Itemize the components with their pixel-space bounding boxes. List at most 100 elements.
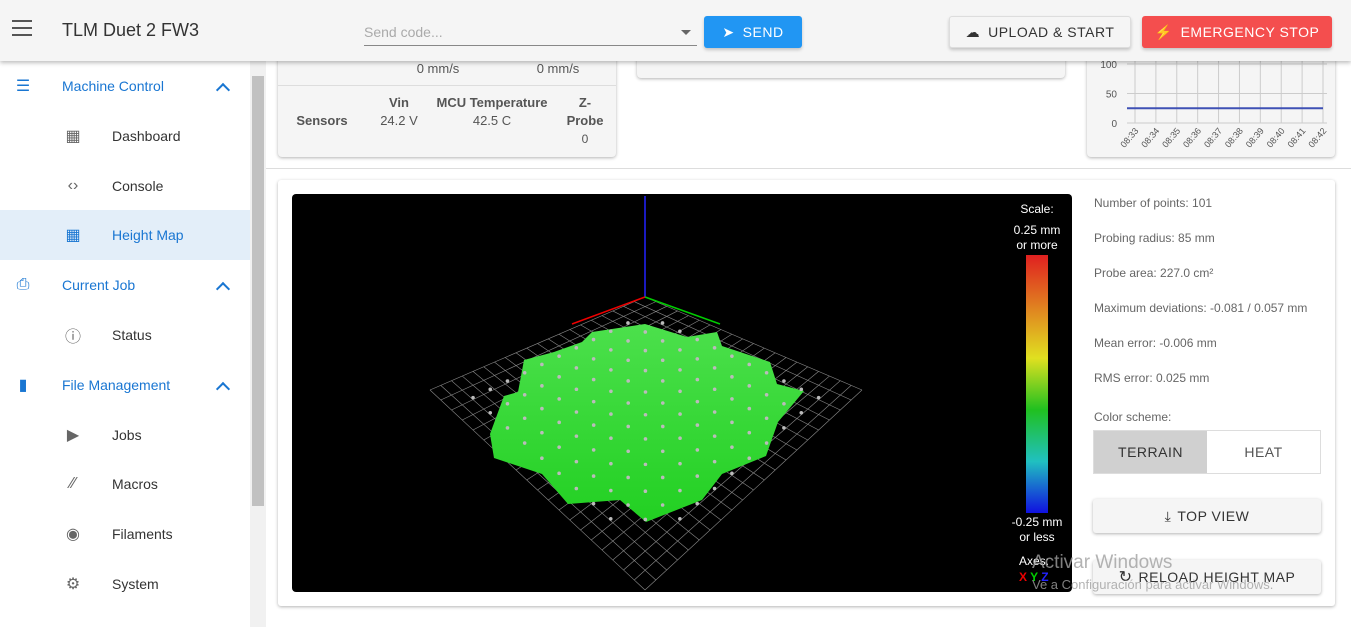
- sidebar-item-label: Machine Control: [62, 78, 164, 94]
- x-tick-label: 08:38: [1223, 126, 1245, 150]
- probe-point: [608, 516, 613, 521]
- sidebar: ☰ Machine Control ▦ Dashboard ‹› Console ▦ Heig…: [0, 61, 250, 627]
- probe-point: [695, 423, 700, 427]
- sidebar-item-file-management[interactable]: ▮ File Management: [0, 360, 250, 410]
- scale-min: -0.25 mm: [1011, 515, 1063, 529]
- probe-point: [540, 384, 544, 388]
- x-tick-label: 08:42: [1306, 126, 1328, 150]
- scale-min-note: or less: [1019, 530, 1055, 544]
- sidebar-item-label: System: [112, 576, 159, 592]
- probe-point: [591, 423, 596, 427]
- grid-icon: ▦: [65, 227, 81, 245]
- probe-point: [540, 456, 544, 461]
- probe-point: [678, 516, 682, 521]
- upload-start-button[interactable]: ☁ UPLOAD & START: [949, 16, 1131, 48]
- probe-point: [678, 488, 682, 493]
- label: EMERGENCY STOP: [1180, 24, 1320, 40]
- probe-point: [591, 399, 596, 404]
- probe-point: [678, 436, 682, 440]
- probe-point: [782, 401, 786, 406]
- probe-point: [626, 321, 630, 325]
- sidebar-item-height-map[interactable]: ▦ Height Map: [0, 210, 250, 261]
- probe-point: [591, 448, 596, 452]
- probe-point: [678, 461, 682, 466]
- number-of-points: Number of points: 101: [1094, 196, 1213, 210]
- scrollbar-thumb[interactable]: [252, 76, 264, 506]
- probe-point: [626, 503, 630, 507]
- dropdown-icon[interactable]: [681, 30, 691, 40]
- cloud-upload-icon: ☁: [965, 23, 981, 40]
- sidebar-item-label: Macros: [112, 476, 158, 493]
- probe-point: [695, 337, 700, 342]
- sidebar-item-status[interactable]: ⓘ Status: [0, 310, 250, 360]
- chevron-up-icon[interactable]: [215, 282, 231, 297]
- sidebar-item-filaments[interactable]: ◉ Filaments: [0, 509, 250, 559]
- x-tick-label: 08:35: [1160, 126, 1182, 150]
- scrollbar[interactable]: [250, 61, 266, 627]
- sidebar-item-label: Current Job: [62, 277, 136, 294]
- probe-point: [678, 368, 682, 372]
- probe-point: [712, 366, 717, 370]
- gear-icon: ⚙: [65, 576, 81, 593]
- probe-point: [764, 441, 769, 445]
- probe-point: [712, 410, 717, 414]
- probe-point: [747, 406, 752, 411]
- x-tick-label: 08:41: [1286, 126, 1308, 150]
- probe-point: [730, 471, 734, 476]
- send-code-input[interactable]: Send code...: [364, 20, 697, 46]
- sidebar-item-current-job[interactable]: ⎙ Current Job: [0, 260, 250, 310]
- heat-button[interactable]: HEAT: [1207, 431, 1320, 473]
- probe-point: [609, 436, 613, 440]
- probe-point: [609, 461, 613, 466]
- chevron-up-icon[interactable]: [215, 82, 231, 98]
- send-button[interactable]: ➤ SEND: [704, 16, 802, 48]
- sidebar-item-label: Jobs: [112, 426, 142, 443]
- x-tick-label: 08:40: [1265, 126, 1287, 150]
- y-tick-label: 50: [1106, 90, 1118, 101]
- probe-point: [782, 426, 786, 430]
- max-deviations: Maximum deviations: -0.081 / 0.057 mm: [1094, 301, 1308, 315]
- code-slash-icon: ⁄⁄: [70, 475, 76, 493]
- probe-point: [730, 445, 734, 449]
- sidebar-item-machine-control[interactable]: ☰ Machine Control: [0, 61, 250, 111]
- sidebar-item-jobs[interactable]: ▶ Jobs: [0, 410, 250, 460]
- zprobe-label: Probe: [566, 113, 604, 128]
- probe-point: [730, 397, 734, 401]
- sidebar-item-dashboard[interactable]: ▦ Dashboard: [0, 111, 250, 161]
- menu-icon[interactable]: [12, 20, 32, 36]
- radio-icon: ◉: [66, 526, 80, 544]
- chevron-up-icon[interactable]: [215, 381, 231, 396]
- sidebar-item-label: File Management: [62, 376, 171, 393]
- probe-point: [660, 503, 665, 507]
- sidebar-item-system[interactable]: ⚙ System: [0, 559, 250, 609]
- sidebar-item-macros[interactable]: ⁄⁄ Macros: [0, 459, 250, 509]
- probe-point: [695, 377, 700, 382]
- probe-point: [816, 395, 821, 400]
- height-map-3d[interactable]: [292, 194, 1072, 592]
- probe-point: [574, 346, 579, 350]
- emergency-stop-button[interactable]: ⚡ EMERGENCY STOP: [1142, 16, 1332, 48]
- probe-point: [747, 456, 752, 461]
- probe-point: [660, 401, 665, 405]
- top-view-button[interactable]: ⤓ TOP VIEW: [1093, 499, 1321, 533]
- probe-point: [764, 393, 769, 397]
- probe-point: [799, 410, 804, 415]
- scale-label: Scale:: [1020, 202, 1054, 216]
- probe-point: [626, 401, 631, 405]
- probe-point: [626, 449, 630, 454]
- terrain-button[interactable]: TERRAIN: [1094, 431, 1207, 473]
- probe-point: [609, 389, 613, 394]
- probe-point: [643, 348, 648, 353]
- scale-max-note: or more: [1016, 238, 1058, 252]
- probe-point: [522, 441, 527, 445]
- sidebar-item-console[interactable]: ‹› Console: [0, 161, 250, 211]
- height-map-viewer[interactable]: Scale: 0.25 mm or more -0.25 mm or less …: [292, 194, 1072, 592]
- probe-point: [574, 459, 579, 464]
- y-tick-label: 0: [1111, 119, 1117, 130]
- probe-point: [643, 437, 648, 441]
- probe-point: [591, 501, 596, 506]
- probe-point: [747, 430, 752, 435]
- sidebar-item-label: Dashboard: [112, 127, 181, 144]
- probing-radius: Probing radius: 85 mm: [1094, 231, 1215, 245]
- probe-point: [660, 379, 665, 383]
